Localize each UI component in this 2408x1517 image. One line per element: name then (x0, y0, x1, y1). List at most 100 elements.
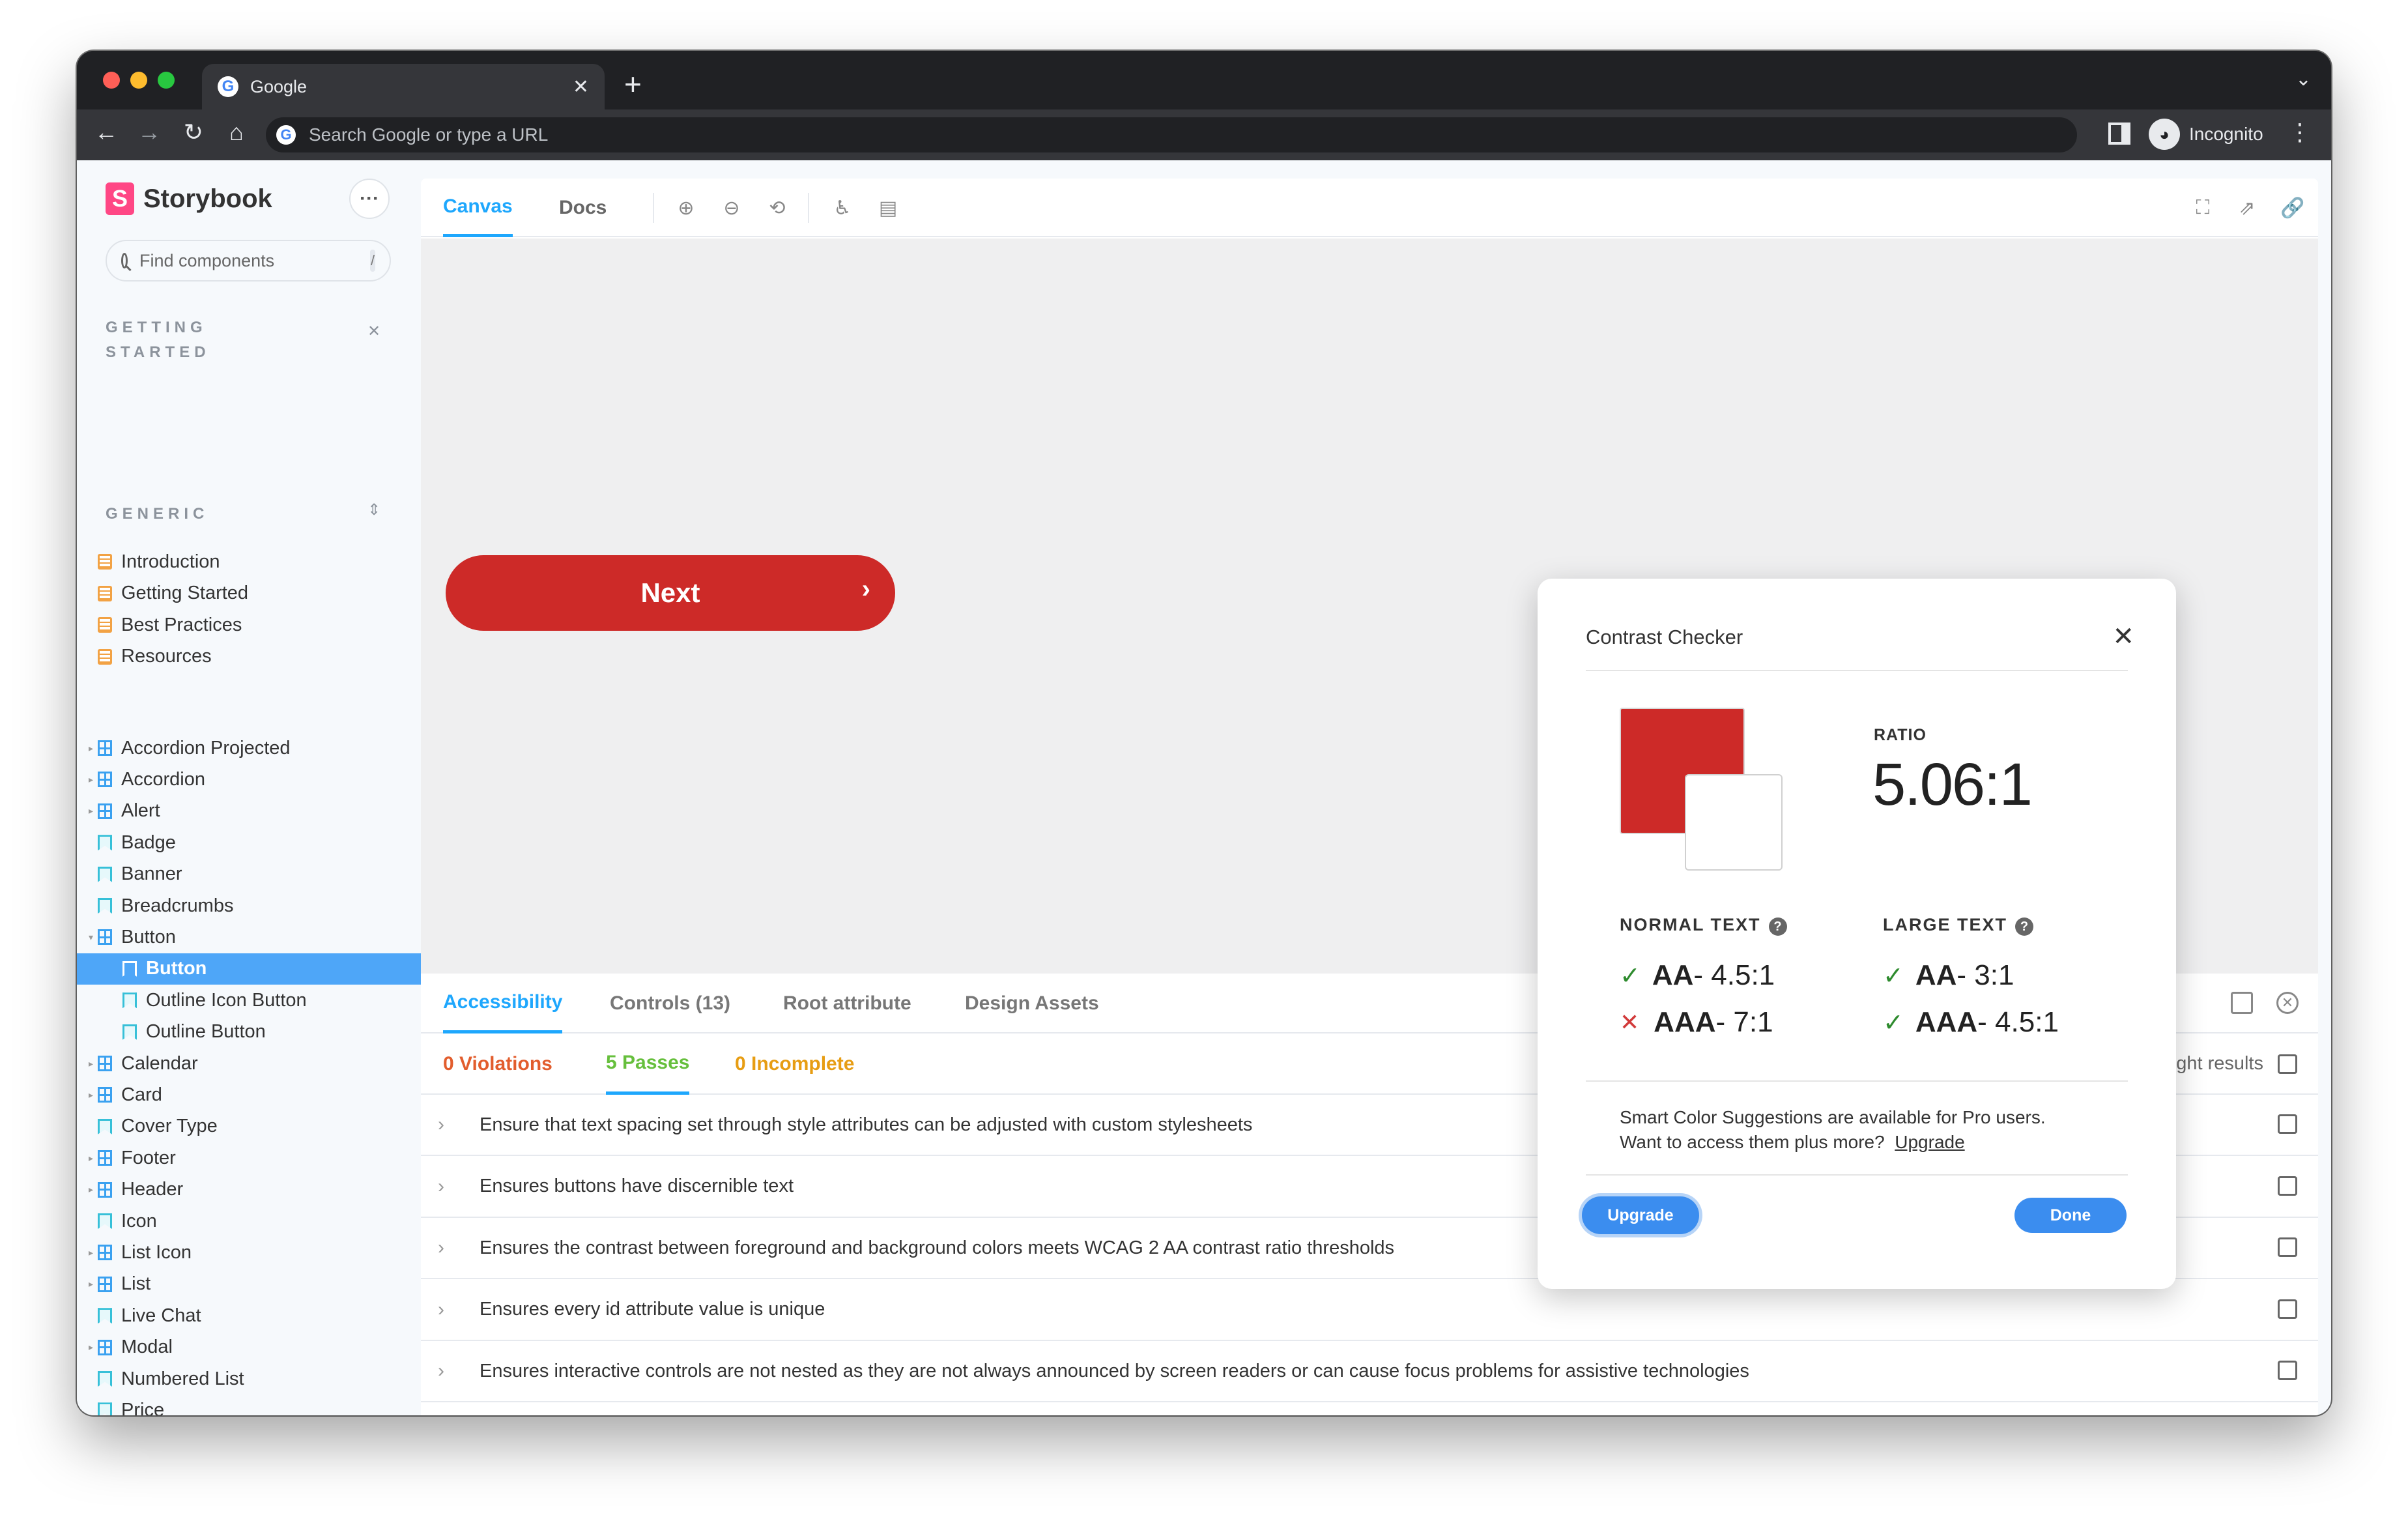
next-button[interactable]: Next › (446, 555, 895, 631)
tab-close-icon[interactable]: ✕ (573, 76, 589, 98)
expand-collapse-icon[interactable]: ⇕ (367, 500, 380, 519)
collapse-section-icon[interactable]: ✕ (367, 322, 380, 341)
sidebar-item-modal[interactable]: ▸ Modal (77, 1332, 421, 1363)
incognito-label[interactable]: Incognito (2189, 124, 2263, 145)
tab-root-attribute[interactable]: Root attribute (783, 974, 911, 1033)
chevron-right-icon[interactable]: › (438, 1299, 453, 1321)
side-panel-icon[interactable] (2108, 123, 2130, 145)
zoom-reset-icon[interactable]: ⟲ (766, 197, 788, 219)
expand-caret-icon[interactable]: ▾ (89, 932, 98, 943)
close-window-button[interactable] (103, 72, 120, 89)
accessibility-icon[interactable]: ♿ (831, 197, 853, 219)
sidebar-item-badge[interactable]: Badge (77, 827, 421, 858)
open-new-tab-icon[interactable]: ⇗ (2236, 197, 2258, 219)
tab-violations[interactable]: 0 Violations (443, 1033, 552, 1095)
rule-highlight-checkbox[interactable] (2278, 1237, 2297, 1257)
back-arrow-icon[interactable]: ← (90, 119, 122, 146)
expand-caret-icon[interactable]: ▸ (89, 1279, 98, 1290)
sidebar-item-accordion[interactable]: ▸ Accordion (77, 764, 421, 795)
expand-caret-icon[interactable]: ▸ (89, 1247, 98, 1258)
zoom-out-icon[interactable]: ⊖ (721, 197, 743, 219)
sidebar-item-best-practices[interactable]: Best Practices (77, 609, 421, 641)
expand-caret-icon[interactable]: ▸ (89, 1342, 98, 1353)
expand-caret-icon[interactable]: ▸ (89, 805, 98, 816)
highlight-results-checkbox[interactable] (2278, 1054, 2297, 1074)
new-tab-button[interactable]: + (624, 66, 642, 102)
sidebar-item-outline-icon-button[interactable]: Outline Icon Button (77, 985, 421, 1016)
tab-docs[interactable]: Docs (559, 179, 607, 237)
sidebar-item-icon[interactable]: Icon (77, 1206, 421, 1237)
copy-link-icon[interactable]: 🔗 (2280, 197, 2304, 219)
sidebar-item-introduction[interactable]: Introduction (77, 546, 421, 577)
browser-tab[interactable]: G Google ✕ (202, 64, 605, 109)
browser-menu-icon[interactable]: ⋮ (2288, 119, 2312, 146)
sidebar-item-price[interactable]: Price (77, 1394, 421, 1415)
chevron-right-icon[interactable]: › (438, 1237, 453, 1259)
help-icon[interactable]: ? (2015, 917, 2034, 936)
storybook-brand[interactable]: S Storybook (106, 182, 272, 215)
expand-caret-icon[interactable]: ▸ (89, 1090, 98, 1101)
close-icon[interactable]: ✕ (2112, 622, 2134, 652)
tab-passes[interactable]: 5 Passes (606, 1033, 690, 1095)
tab-search-chevron-icon[interactable]: ⌄ (2295, 68, 2312, 91)
expand-caret-icon[interactable]: ▸ (89, 1153, 98, 1164)
section-title-generic[interactable]: GENERIC (106, 502, 208, 527)
tab-controls[interactable]: Controls (13) (610, 974, 730, 1033)
tab-accessibility[interactable]: Accessibility (443, 974, 563, 1033)
sidebar-item-alert[interactable]: ▸ Alert (77, 796, 421, 827)
help-icon[interactable]: ? (1768, 917, 1787, 936)
sidebar-item-resources[interactable]: Resources (77, 641, 421, 672)
address-bar[interactable]: G Search Google or type a URL (266, 117, 2077, 152)
done-button[interactable]: Done (2014, 1198, 2127, 1233)
reload-icon[interactable]: ↻ (177, 119, 210, 146)
sidebar-item-accordion-projected[interactable]: ▸ Accordion Projected (77, 732, 421, 764)
chevron-right-icon[interactable]: › (438, 1360, 453, 1382)
rule-highlight-checkbox[interactable] (2278, 1114, 2297, 1134)
rule-highlight-checkbox[interactable] (2278, 1299, 2297, 1319)
sidebar-item-cover-type[interactable]: Cover Type (77, 1111, 421, 1142)
panel-orientation-icon[interactable] (2231, 992, 2253, 1014)
sidebar-item-list-icon[interactable]: ▸ List Icon (77, 1237, 421, 1268)
maximize-window-button[interactable] (158, 72, 175, 89)
search-input[interactable] (139, 250, 370, 271)
measure-icon[interactable]: ▤ (877, 197, 899, 219)
sidebar-item-breadcrumbs[interactable]: Breadcrumbs (77, 890, 421, 921)
minimize-window-button[interactable] (130, 72, 147, 89)
background-color-swatch[interactable] (1685, 774, 1783, 871)
upgrade-link[interactable]: Upgrade (1895, 1132, 1964, 1152)
sidebar-item-outline-button[interactable]: Outline Button (77, 1017, 421, 1048)
upgrade-button[interactable]: Upgrade (1582, 1196, 1699, 1234)
home-icon[interactable]: ⌂ (220, 119, 253, 146)
close-panel-icon[interactable]: ✕ (2276, 992, 2299, 1014)
sidebar-item-banner[interactable]: Banner (77, 859, 421, 890)
a11y-rule-row[interactable]: › Ensures interactive controls are not ne… (421, 1341, 2318, 1402)
rule-highlight-checkbox[interactable] (2278, 1361, 2297, 1380)
chevron-right-icon[interactable]: › (438, 1114, 453, 1136)
tab-incomplete[interactable]: 0 Incomplete (735, 1033, 854, 1095)
sidebar-item-button[interactable]: Button (77, 953, 421, 985)
sidebar-item-list[interactable]: ▸ List (77, 1269, 421, 1300)
sidebar-item-header[interactable]: ▸ Header (77, 1174, 421, 1206)
sidebar-item-button[interactable]: ▾ Button (77, 921, 421, 953)
sidebar-item-footer[interactable]: ▸ Footer (77, 1142, 421, 1174)
expand-caret-icon[interactable]: ▸ (89, 743, 98, 754)
forward-arrow-icon[interactable]: → (133, 119, 165, 146)
sidebar-item-live-chat[interactable]: Live Chat (77, 1300, 421, 1331)
section-title-getting-started[interactable]: GETTING STARTED (106, 315, 249, 365)
tab-canvas[interactable]: Canvas (443, 179, 513, 237)
sidebar-item-card[interactable]: ▸ Card (77, 1079, 421, 1110)
sidebar-item-calendar[interactable]: ▸ Calendar (77, 1048, 421, 1079)
chevron-right-icon[interactable]: › (438, 1176, 453, 1198)
sidebar-item-numbered-list[interactable]: Numbered List (77, 1363, 421, 1394)
expand-caret-icon[interactable]: ▸ (89, 774, 98, 785)
rule-highlight-checkbox[interactable] (2278, 1176, 2297, 1196)
expand-caret-icon[interactable]: ▸ (89, 1058, 98, 1069)
more-options-button[interactable]: ··· (349, 179, 390, 219)
fullscreen-icon[interactable]: ⛶ (2192, 197, 2214, 219)
zoom-in-icon[interactable]: ⊕ (675, 197, 697, 219)
incognito-icon[interactable]: ◕ (2149, 119, 2180, 150)
find-components-search[interactable]: / (106, 240, 391, 282)
expand-caret-icon[interactable]: ▸ (89, 1184, 98, 1195)
sidebar-item-getting-started[interactable]: Getting Started (77, 578, 421, 609)
tab-design-assets[interactable]: Design Assets (965, 974, 1099, 1033)
